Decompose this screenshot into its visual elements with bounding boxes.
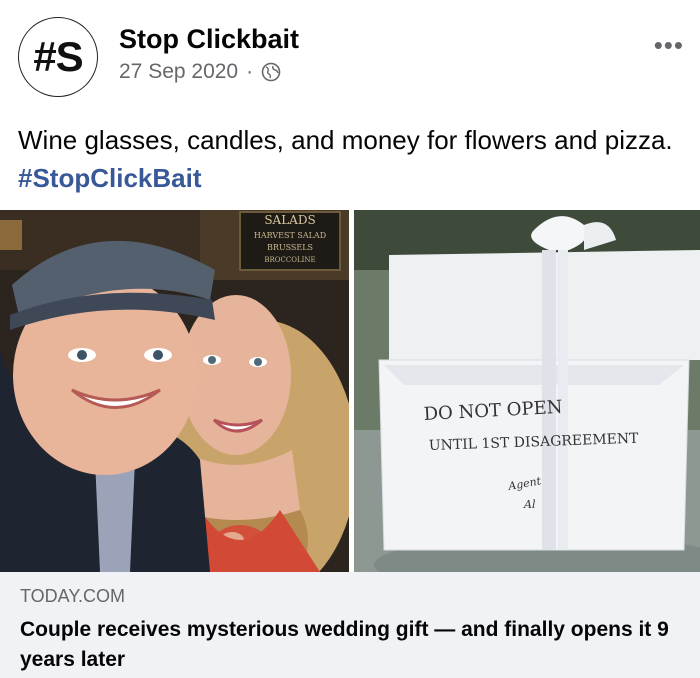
link-title[interactable]: Couple receives mysterious wedding gift … — [20, 615, 680, 675]
post-date[interactable]: 27 Sep 2020 — [119, 60, 238, 84]
meta-separator: · — [246, 60, 254, 83]
post-meta: 27 Sep 2020 · — [119, 60, 281, 84]
gift-illustration: DO NOT OPEN UNTIL 1ST DISAGREEMENT Agent… — [354, 210, 700, 572]
gift-photo[interactable]: DO NOT OPEN UNTIL 1ST DISAGREEMENT Agent… — [354, 210, 700, 572]
page-name[interactable]: Stop Clickbait — [119, 24, 299, 55]
hashtag-link[interactable]: #StopClickBait — [18, 163, 202, 193]
sign-line: HARVEST SALAD — [254, 231, 326, 240]
couple-photo[interactable]: SALADS HARVEST SALAD BRUSSELS BROCCOLINE — [0, 210, 349, 572]
gift-note-line: Al — [523, 498, 536, 511]
globe-icon — [261, 62, 281, 82]
sign-line: BROCCOLINE — [264, 256, 315, 264]
page-avatar[interactable]: #S — [18, 17, 98, 97]
sign-line: SALADS — [264, 213, 315, 227]
avatar-text: #S — [33, 33, 83, 80]
caption-text: Wine glasses, candles, and money for flo… — [18, 125, 673, 155]
couple-illustration: SALADS HARVEST SALAD BRUSSELS BROCCOLINE — [0, 210, 349, 572]
link-preview-card[interactable]: TODAY.COM Couple receives mysterious wed… — [0, 572, 700, 678]
link-domain: TODAY.COM — [20, 586, 126, 606]
sign-line: BRUSSELS — [267, 243, 313, 252]
more-options-icon[interactable]: ••• — [654, 30, 684, 61]
post-caption: Wine glasses, candles, and money for flo… — [18, 121, 686, 197]
